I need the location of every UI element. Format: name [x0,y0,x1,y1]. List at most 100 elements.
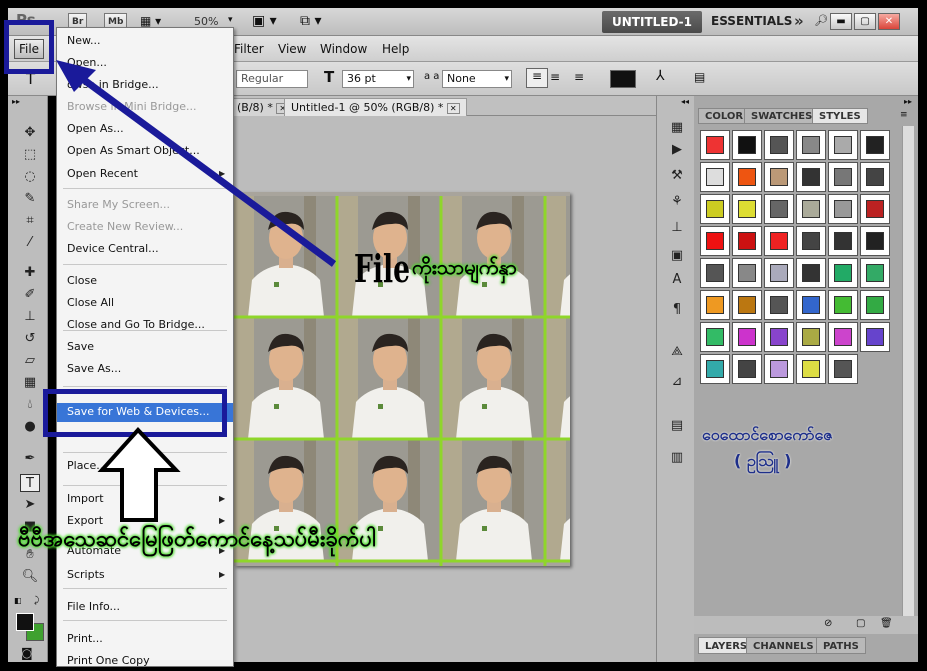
tab-styles[interactable]: STYLES [812,108,868,124]
style-preset-swatch[interactable] [796,258,826,288]
style-preset-swatch[interactable] [700,130,730,160]
style-preset-swatch[interactable] [764,322,794,352]
styles-scrollbar[interactable] [902,126,914,616]
file-menu-item[interactable]: owse in Bridge... [67,78,159,91]
style-preset-swatch[interactable] [700,162,730,192]
chevron-down-icon[interactable]: ▾ [504,71,509,87]
character-panel-icon[interactable]: A [667,272,687,290]
chevron-down-icon[interactable]: ▾ [406,71,411,87]
blur-tool-icon[interactable]: 💧︎ [20,396,40,414]
measurement-log-icon[interactable]: ⊿ [667,374,687,392]
history-brush-tool-icon[interactable]: ↺ [20,330,40,348]
style-preset-swatch[interactable] [732,162,762,192]
swap-colors-icon[interactable]: ⤸ [34,596,39,606]
style-preset-swatch[interactable] [764,130,794,160]
style-preset-swatch[interactable] [764,194,794,224]
font-size-field[interactable]: 36 pt ▾ [342,70,414,88]
style-preset-swatch[interactable] [796,322,826,352]
healing-brush-tool-icon[interactable]: ✚ [20,264,40,282]
file-menu-item[interactable]: Print One Copy [67,654,150,666]
style-preset-swatch[interactable] [732,226,762,256]
style-preset-swatch[interactable] [828,194,858,224]
style-preset-swatch[interactable] [700,226,730,256]
file-menu-item[interactable]: Open As Smart Object... [67,144,200,157]
style-preset-swatch[interactable] [828,354,858,384]
clone-stamp-tool-icon[interactable]: ⊥ [20,308,40,326]
zoom-tool-icon[interactable]: 🔍︎ [20,568,40,586]
view-extras-icon[interactable]: ▦ ▾ [140,14,161,28]
style-preset-swatch[interactable] [860,130,890,160]
tab-swatches[interactable]: SWATCHES [744,108,820,124]
file-menu-item[interactable]: Import [67,492,104,505]
style-preset-swatch[interactable] [828,130,858,160]
collapse-icon[interactable]: ▸▸ [904,97,912,106]
style-preset-swatch[interactable] [828,258,858,288]
paragraph-panel-icon[interactable]: ¶ [667,302,687,320]
canvas-area[interactable] [234,116,656,662]
clear-style-icon[interactable]: ⊘ [824,618,832,629]
maximize-button[interactable]: ▢ [854,13,876,30]
file-menu-item[interactable]: Open... [67,56,107,69]
style-preset-swatch[interactable] [732,354,762,384]
new-style-icon[interactable]: ▢ [856,618,865,629]
style-preset-swatch[interactable] [860,290,890,320]
brush-tool-icon[interactable]: ✐ [20,286,40,304]
style-preset-swatch[interactable] [860,162,890,192]
style-preset-swatch[interactable] [796,290,826,320]
tab-paths[interactable]: PATHS [816,637,866,654]
notes-panel-icon[interactable]: ▤ [667,418,687,436]
eyedropper-tool-icon[interactable]: ⁄ [20,234,40,252]
delete-icon[interactable]: 🗑︎ [880,618,893,629]
default-colors-icon[interactable]: ◧ [14,596,22,605]
style-preset-swatch[interactable] [796,354,826,384]
menu-help[interactable]: Help [382,42,409,56]
lasso-tool-icon[interactable]: ◌ [20,168,40,186]
style-preset-swatch[interactable] [700,194,730,224]
tab-color[interactable]: COLOR [698,108,751,124]
workspace-switcher[interactable]: ESSENTIALS [711,14,792,28]
style-preset-swatch[interactable] [764,354,794,384]
file-menu-item[interactable]: Open As... [67,122,124,135]
style-preset-swatch[interactable] [796,194,826,224]
style-preset-swatch[interactable] [764,226,794,256]
file-menu-item[interactable]: Close [67,274,97,287]
style-preset-swatch[interactable] [860,322,890,352]
style-preset-swatch[interactable] [764,290,794,320]
close-button[interactable]: ✕ [878,13,900,30]
style-preset-swatch[interactable] [732,194,762,224]
type-tool-icon[interactable]: T [20,474,40,492]
file-menu-item[interactable]: Save [67,340,94,353]
file-menu-item[interactable]: Scripts [67,568,105,581]
align-center-icon[interactable]: ≡ [550,70,560,84]
tool-presets-icon[interactable]: ⚒︎ [667,168,687,186]
align-left-icon[interactable]: ≡ [526,68,548,88]
character-panel-icon[interactable]: ▤ [694,70,705,84]
gradient-tool-icon[interactable]: ▦ [20,374,40,392]
style-preset-swatch[interactable] [796,226,826,256]
brushes-panel-icon[interactable]: ⚘︎ [667,194,687,212]
minimize-button[interactable]: ▬ [830,13,852,30]
style-preset-swatch[interactable] [700,258,730,288]
style-preset-swatch[interactable] [732,322,762,352]
layer-comps-icon[interactable]: ▣ [667,248,687,266]
style-preset-swatch[interactable] [732,258,762,288]
panel-menu-icon[interactable]: ≡ [900,110,908,120]
style-preset-swatch[interactable] [796,130,826,160]
tab-channels[interactable]: CHANNELS [746,637,821,654]
style-preset-swatch[interactable] [732,130,762,160]
pen-tool-icon[interactable]: ✒ [20,450,40,468]
dodge-tool-icon[interactable]: ● [20,418,40,436]
file-menu-item[interactable]: Save As... [67,362,121,375]
marquee-tool-icon[interactable]: ⬚ [20,146,40,164]
style-preset-swatch[interactable] [700,322,730,352]
screen-mode-icon[interactable]: ⧉ ▾ [300,13,321,29]
crop-tool-icon[interactable]: ⌗ [20,212,40,230]
style-preset-swatch[interactable] [860,258,890,288]
style-preset-swatch[interactable] [700,354,730,384]
quick-mask-icon[interactable]: ◙ [21,646,33,660]
file-menu-item[interactable]: Close and Go To Bridge... [67,318,205,331]
clone-source-icon[interactable]: ⊥ [667,220,687,238]
file-menu-item[interactable]: File Info... [67,600,120,613]
text-color-swatch[interactable] [610,70,636,88]
font-style-select[interactable]: Regular [236,70,308,88]
